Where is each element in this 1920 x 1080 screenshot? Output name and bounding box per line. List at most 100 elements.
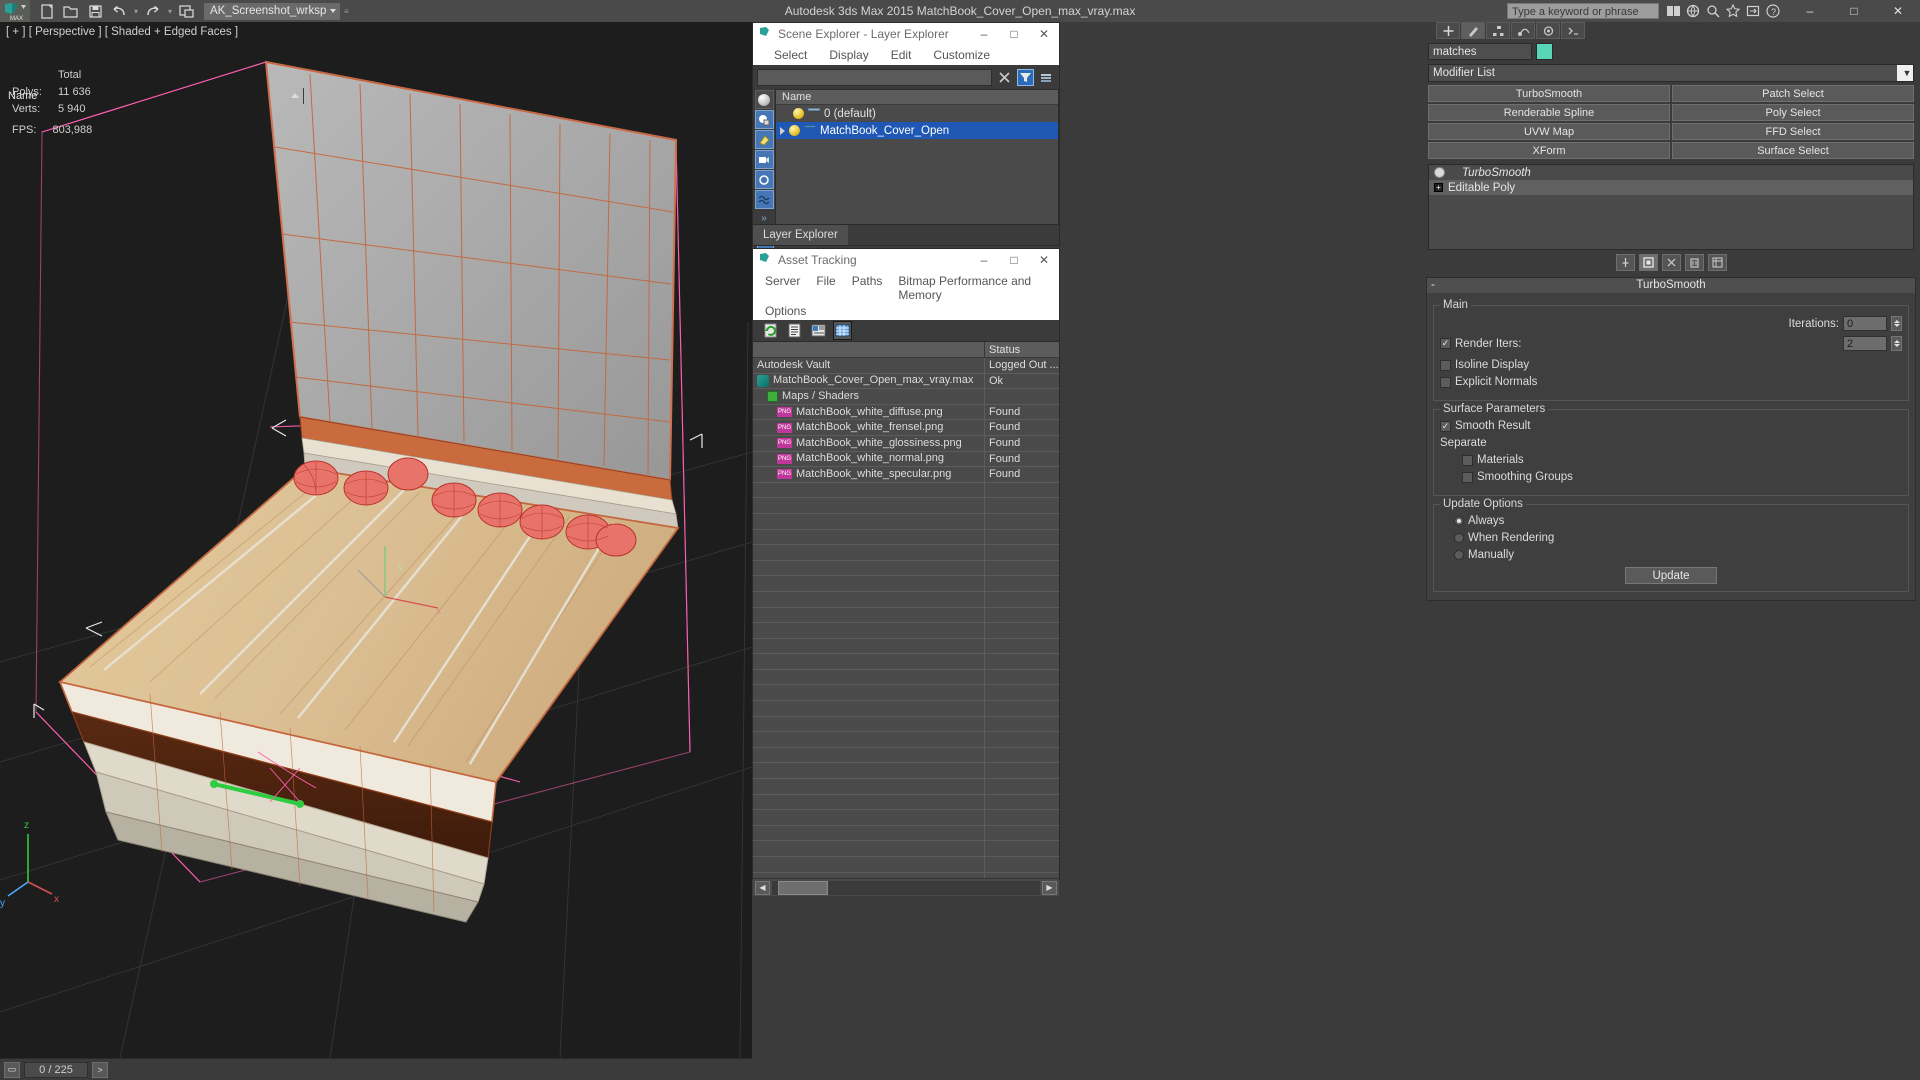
- new-file-icon[interactable]: [36, 1, 58, 21]
- grid-view-icon[interactable]: [833, 321, 852, 340]
- radio-icon[interactable]: [1454, 550, 1464, 560]
- filter-geometry-icon[interactable]: [754, 90, 774, 109]
- make-unique-icon[interactable]: [1661, 254, 1681, 271]
- light-bulb-icon[interactable]: [789, 125, 800, 136]
- iterations-spinner[interactable]: [1891, 316, 1902, 331]
- modifier-button-poly-select[interactable]: Poly Select: [1672, 104, 1914, 121]
- asset-row[interactable]: MatchBook_Cover_Open_max_vray.max Ok: [753, 373, 1059, 390]
- update-option-manually[interactable]: Manually: [1454, 549, 1902, 561]
- scene-explorer-column-name[interactable]: Name: [776, 90, 1058, 105]
- sfs-column-name[interactable]: Name: [4, 88, 304, 104]
- tab-create[interactable]: [1436, 22, 1460, 39]
- menu-options[interactable]: Options: [757, 303, 814, 319]
- project-folder-icon[interactable]: [176, 1, 198, 21]
- render-iters-input[interactable]: 2: [1843, 336, 1887, 351]
- stack-item-turbosmooth[interactable]: TurboSmooth: [1429, 165, 1913, 180]
- stack-item-editable-poly[interactable]: + Editable Poly: [1429, 180, 1913, 195]
- exchange-icon[interactable]: [1745, 3, 1762, 20]
- layer-filter-icon[interactable]: [1038, 69, 1055, 86]
- render-iters-spinner[interactable]: [1891, 336, 1902, 351]
- detail-view-icon[interactable]: [809, 321, 828, 340]
- column-name[interactable]: [753, 342, 985, 357]
- asset-row[interactable]: PNG MatchBook_white_glossiness.png Found: [753, 435, 1059, 452]
- clear-search-icon[interactable]: [996, 69, 1013, 86]
- list-view-icon[interactable]: [785, 321, 804, 340]
- menu-customize[interactable]: Customize: [922, 45, 1001, 65]
- undo-dropdown-caret[interactable]: ▾: [132, 7, 140, 16]
- frame-counter[interactable]: 0 / 225: [24, 1061, 88, 1078]
- qat-overflow-icon[interactable]: ≡: [342, 7, 350, 16]
- modifier-button-patch-select[interactable]: Patch Select: [1672, 85, 1914, 102]
- redo-dropdown-caret[interactable]: ▾: [166, 7, 174, 16]
- scene-explorer-minimize[interactable]: –: [969, 23, 999, 45]
- update-button[interactable]: Update: [1625, 567, 1717, 584]
- smooth-result-checkbox[interactable]: ✓: [1440, 420, 1451, 432]
- viewport-label[interactable]: [ + ] [ Perspective ] [ Shaded + Edged F…: [6, 26, 238, 38]
- next-frame-button[interactable]: >: [92, 1061, 108, 1078]
- maximize-button[interactable]: □: [1832, 0, 1876, 22]
- tab-motion[interactable]: [1511, 22, 1535, 39]
- perspective-viewport[interactable]: y x z x y [ + ] [ Perspective ] [ Shaded…: [0, 22, 752, 1058]
- open-file-icon[interactable]: [60, 1, 82, 21]
- filter-helpers-icon[interactable]: [754, 170, 774, 189]
- redo-icon[interactable]: [142, 1, 164, 21]
- asset-row[interactable]: PNG MatchBook_white_frensel.png Found: [753, 420, 1059, 436]
- filter-lights-icon[interactable]: [754, 130, 774, 149]
- scene-explorer-maximize[interactable]: □: [999, 23, 1029, 45]
- scene-explorer-search-input[interactable]: [757, 68, 992, 86]
- scroll-left-icon[interactable]: ◀: [755, 880, 770, 895]
- object-color-swatch[interactable]: [1536, 43, 1553, 60]
- modifier-list-dropdown[interactable]: Modifier List ▼: [1428, 64, 1914, 82]
- minimize-button[interactable]: –: [1788, 0, 1832, 22]
- workspace-selector[interactable]: AK_Screenshot_wrksp: [204, 2, 341, 20]
- refresh-icon[interactable]: [761, 321, 780, 340]
- asset-tracking-titlebar[interactable]: Asset Tracking – □ ✕: [753, 249, 1059, 271]
- scene-explorer-close[interactable]: ✕: [1029, 23, 1059, 45]
- rail-overflow-icon[interactable]: »: [761, 213, 767, 224]
- collapse-icon[interactable]: -: [1431, 278, 1435, 293]
- modifier-button-uvw-map[interactable]: UVW Map: [1428, 123, 1670, 140]
- isoline-display-checkbox[interactable]: [1440, 359, 1451, 371]
- modifier-stack[interactable]: TurboSmooth + Editable Poly: [1428, 164, 1914, 250]
- radio-icon[interactable]: [1454, 533, 1464, 543]
- explicit-normals-checkbox[interactable]: [1440, 376, 1451, 388]
- layer-row-default[interactable]: 0 (default): [776, 105, 1058, 122]
- infocenter-icon[interactable]: [1665, 3, 1682, 20]
- asset-tracking-table[interactable]: Status Autodesk Vault Logged Out ... Match…: [753, 342, 1059, 878]
- modifier-button-surface-select[interactable]: Surface Select: [1672, 142, 1914, 159]
- modifier-button-ffd-select[interactable]: FFD Select: [1672, 123, 1914, 140]
- object-name-field[interactable]: matches: [1428, 43, 1532, 60]
- iterations-input[interactable]: 0: [1843, 316, 1887, 331]
- tab-utilities[interactable]: [1561, 22, 1585, 39]
- scroll-right-icon[interactable]: ▶: [1042, 880, 1057, 895]
- menu-bitmap-performance[interactable]: Bitmap Performance and Memory: [890, 273, 1059, 303]
- filter-shapes-icon[interactable]: [754, 110, 774, 129]
- scene-explorer-titlebar[interactable]: Scene Explorer - Layer Explorer – □ ✕: [753, 23, 1059, 45]
- close-button[interactable]: ✕: [1876, 0, 1920, 22]
- chevron-down-icon[interactable]: ▼: [1897, 65, 1913, 81]
- menu-edit[interactable]: Edit: [880, 45, 923, 65]
- modifier-button-renderable-spline[interactable]: Renderable Spline: [1428, 104, 1670, 121]
- search-input[interactable]: Type a keyword or phrase: [1507, 3, 1659, 19]
- favorites-star-icon[interactable]: [1725, 3, 1742, 20]
- tab-display[interactable]: [1536, 22, 1560, 39]
- modifier-button-turbosmooth[interactable]: TurboSmooth: [1428, 85, 1670, 102]
- tab-modify[interactable]: [1461, 22, 1485, 39]
- filter-funnel-icon[interactable]: [1017, 68, 1034, 86]
- smoothing-groups-checkbox[interactable]: [1462, 471, 1473, 483]
- asset-row[interactable]: Autodesk Vault Logged Out ...: [753, 358, 1059, 374]
- asset-tracking-minimize[interactable]: –: [969, 249, 999, 271]
- radio-icon[interactable]: [1454, 516, 1464, 526]
- save-file-icon[interactable]: [84, 1, 106, 21]
- layer-row-matchbook[interactable]: MatchBook_Cover_Open: [776, 122, 1058, 139]
- menu-display[interactable]: Display: [818, 45, 879, 65]
- rollout-header[interactable]: - TurboSmooth: [1427, 278, 1915, 293]
- asset-horizontal-scrollbar[interactable]: ◀ ▶: [753, 878, 1059, 896]
- asset-row[interactable]: PNG MatchBook_white_diffuse.png Found: [753, 404, 1059, 421]
- materials-checkbox[interactable]: [1462, 454, 1473, 466]
- configure-modifier-sets-icon[interactable]: [1707, 254, 1727, 271]
- communication-center-icon[interactable]: [1685, 3, 1702, 20]
- tab-layer-explorer[interactable]: Layer Explorer: [753, 225, 848, 245]
- scroll-thumb[interactable]: [778, 880, 828, 895]
- asset-tracking-close[interactable]: ✕: [1029, 249, 1059, 271]
